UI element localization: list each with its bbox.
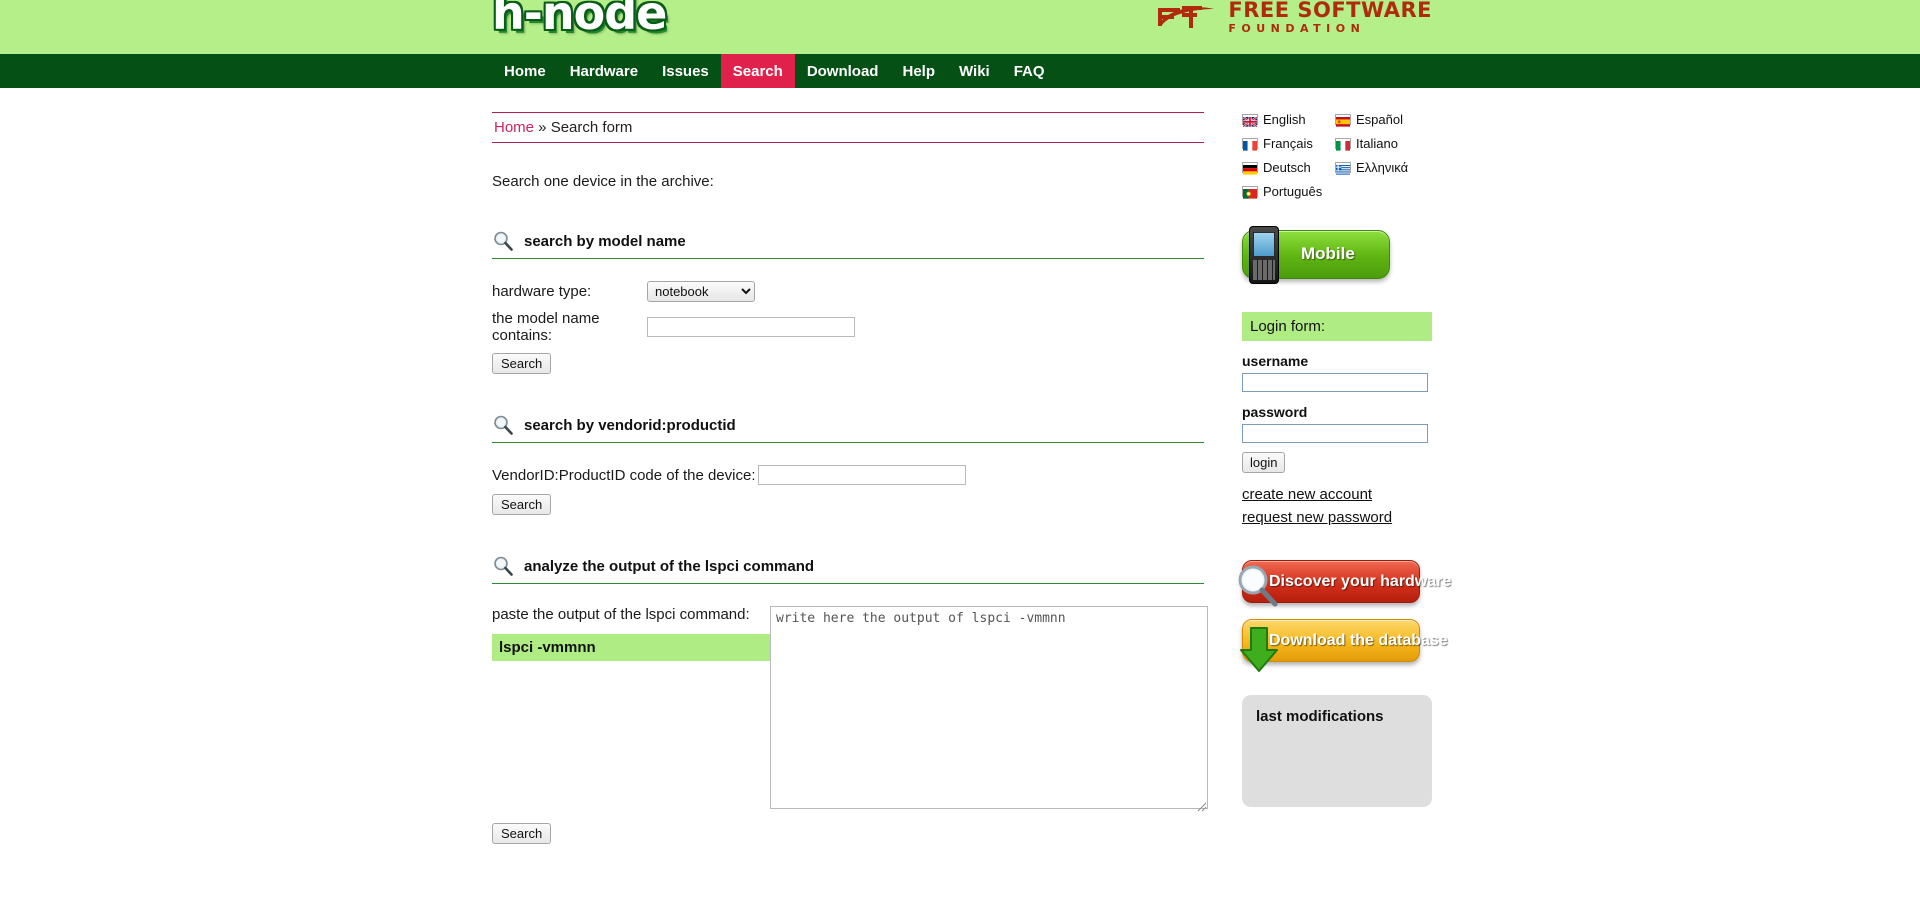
section-model-title: search by model name xyxy=(524,232,686,250)
nav-item-issues[interactable]: Issues xyxy=(650,54,721,88)
language-label: Italiano xyxy=(1356,136,1398,151)
vendor-product-input[interactable] xyxy=(757,465,966,485)
request-new-password-link[interactable]: request new password xyxy=(1242,509,1432,526)
language-option-français[interactable]: Français xyxy=(1242,136,1335,151)
main-navigation: Home Hardware Issues Search Download Help Wiki… xyxy=(0,54,1920,88)
vendor-product-label: VendorID:ProductID code of the device: xyxy=(492,466,756,484)
mobile-site-button[interactable]: Mobile xyxy=(1242,226,1390,284)
discover-button-label: Discover your hardware xyxy=(1269,572,1452,590)
mobile-button-label: Mobile xyxy=(1301,244,1355,263)
search-by-vendor-button[interactable]: Search xyxy=(492,494,552,515)
language-option-español[interactable]: Español xyxy=(1335,112,1432,127)
section-lspci-title: analyze the output of the lspci command xyxy=(524,557,815,575)
password-input[interactable] xyxy=(1242,424,1428,443)
nav-item-search[interactable]: Search xyxy=(720,54,795,88)
lspci-command-hint: lspci -vmmnn xyxy=(492,634,770,661)
hardware-type-label: hardware type: xyxy=(492,283,592,300)
flag-italy-icon xyxy=(1335,138,1351,151)
breadcrumb-separator: » xyxy=(534,119,551,136)
flag-uk-icon xyxy=(1242,114,1258,128)
breadcrumb-home-link[interactable]: Home xyxy=(494,119,534,136)
section-vendor-title: search by vendorid:productid xyxy=(524,416,736,434)
nav-item-home[interactable]: Home xyxy=(492,54,558,88)
magnifier-icon xyxy=(494,556,513,576)
fsf-line-one: FREE SOFTWARE xyxy=(1228,0,1432,22)
main-content: Home » Search form Search one device in … xyxy=(492,112,1208,844)
fsf-line-two: FOUNDATION xyxy=(1228,22,1366,35)
lspci-left-column: paste the output of the lspci command: l… xyxy=(492,606,770,661)
lspci-textarea-holder xyxy=(770,606,1208,814)
last-modifications-title: last modifications xyxy=(1256,708,1384,725)
login-form-title: Login form: xyxy=(1242,312,1432,341)
language-option-ελληνικά[interactable]: Ελληνικά xyxy=(1335,160,1432,175)
sidebar: English Español Français Italiano Deutsch Ελλ… xyxy=(1238,112,1451,807)
nav-item-help[interactable]: Help xyxy=(890,54,947,88)
section-analyze-lspci: analyze the output of the lspci command … xyxy=(492,555,1208,844)
username-label: username xyxy=(1242,353,1309,369)
phone-screen xyxy=(1253,232,1275,257)
lspci-row: paste the output of the lspci command: l… xyxy=(492,606,1208,814)
phone-keypad xyxy=(1253,260,1275,280)
last-modifications-panel: last modifications xyxy=(1242,695,1432,807)
language-option-deutsch[interactable]: Deutsch xyxy=(1242,160,1335,175)
language-label: Français xyxy=(1263,136,1313,151)
create-new-account-link[interactable]: create new account xyxy=(1242,486,1432,503)
model-name-label: the model name contains: xyxy=(492,310,600,344)
nav-item-faq[interactable]: FAQ xyxy=(1002,54,1057,88)
flag-spain-icon xyxy=(1335,114,1351,127)
hardware-type-select[interactable]: notebook xyxy=(647,281,755,302)
breadcrumb-current: Search form xyxy=(550,119,633,136)
fsf-mark-icon xyxy=(1158,6,1215,28)
discover-your-hardware-button[interactable]: Discover your hardware xyxy=(1238,560,1451,607)
nav-item-hardware[interactable]: Hardware xyxy=(558,54,650,88)
section-search-by-vendor-product: search by vendorid:productid VendorID:Pr… xyxy=(492,414,1204,515)
flag-greece-icon xyxy=(1335,162,1351,175)
mobile-phone-icon xyxy=(1249,226,1279,284)
language-option-english[interactable]: English xyxy=(1242,112,1335,128)
download-button-label: Download the database xyxy=(1269,631,1448,649)
fsf-logo[interactable]: FREE SOFTWARE FOUNDATION xyxy=(1156,0,1432,34)
login-button[interactable]: login xyxy=(1242,452,1286,473)
flag-germany-icon xyxy=(1242,162,1258,175)
breadcrumb: Home » Search form xyxy=(492,112,1204,143)
magnifier-icon xyxy=(494,231,513,251)
search-by-lspci-button[interactable]: Search xyxy=(492,823,552,844)
language-label: Ελληνικά xyxy=(1356,160,1409,175)
nav-item-download[interactable]: Download xyxy=(795,54,891,88)
section-search-by-model: search by model name hardware type: note… xyxy=(492,230,1204,374)
download-the-database-button[interactable]: Download the database xyxy=(1240,619,1448,672)
password-label: password xyxy=(1242,404,1308,420)
language-label: English xyxy=(1263,112,1306,127)
lspci-paste-label: paste the output of the lspci command: xyxy=(492,606,750,623)
section-vendor-header: search by vendorid:productid xyxy=(492,414,1204,443)
lspci-textarea[interactable] xyxy=(770,606,1208,809)
search-by-model-button[interactable]: Search xyxy=(492,353,552,374)
flag-france-icon xyxy=(1242,138,1258,151)
vendor-product-row: VendorID:ProductID code of the device: xyxy=(492,465,1204,485)
language-option-português[interactable]: Português xyxy=(1242,184,1335,199)
intro-text: Search one device in the archive: xyxy=(492,173,714,190)
flag-portugal-icon xyxy=(1242,186,1258,199)
section-model-header: search by model name xyxy=(492,230,1204,259)
page-body: Home » Search form Search one device in … xyxy=(0,88,1920,844)
site-header: h-node FREE SOFTWARE FOUNDATION xyxy=(0,0,1920,54)
hnode-logo[interactable]: h-node xyxy=(492,0,667,40)
username-input[interactable] xyxy=(1242,373,1428,392)
language-label: Português xyxy=(1263,184,1323,199)
hardware-type-row: hardware type: notebook xyxy=(492,281,1204,302)
magnifier-icon xyxy=(494,415,513,435)
section-lspci-header: analyze the output of the lspci command xyxy=(492,555,1204,584)
language-option-italiano[interactable]: Italiano xyxy=(1335,136,1432,151)
model-name-input[interactable] xyxy=(647,317,855,337)
fsf-wordmark: FREE SOFTWARE FOUNDATION xyxy=(1228,0,1432,34)
model-name-row: the model name contains: xyxy=(492,310,1204,344)
nav-item-wiki[interactable]: Wiki xyxy=(947,54,1002,88)
language-selector: English Español Français Italiano Deutsch Ελλ… xyxy=(1242,112,1432,199)
language-label: Español xyxy=(1356,112,1403,127)
language-label: Deutsch xyxy=(1263,160,1311,175)
